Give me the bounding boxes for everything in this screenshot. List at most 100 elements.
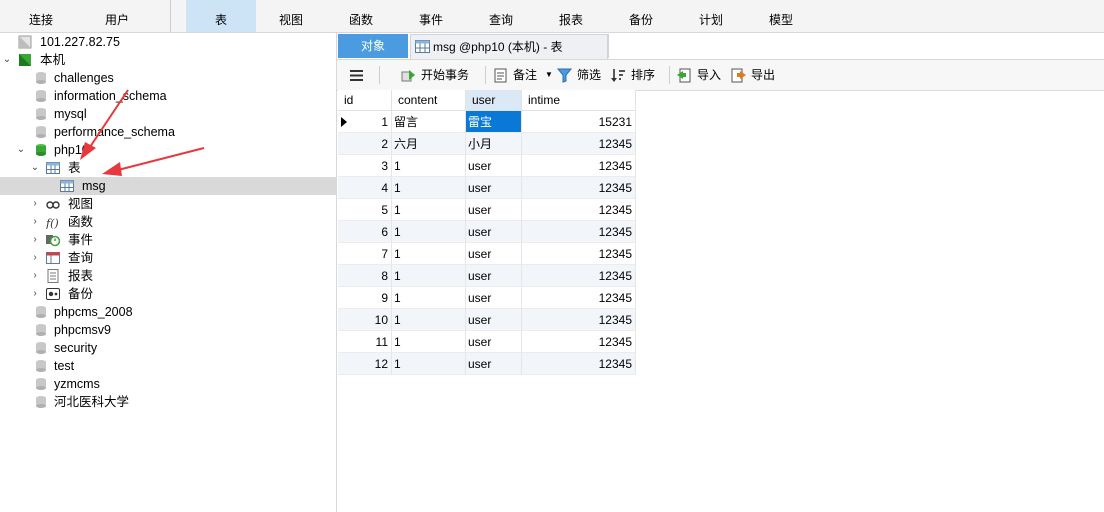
cell-content[interactable]: 1 <box>392 221 466 243</box>
cell-intime[interactable]: 15231 <box>522 111 636 133</box>
tree-item-backups[interactable]: › 备份 <box>0 285 336 303</box>
tree-item-connection[interactable]: 101.227.82.75 <box>0 33 336 51</box>
tab-msg-table[interactable]: msg @php10 (本机) - 表 <box>410 34 608 59</box>
cell-content[interactable]: 1 <box>392 353 466 375</box>
cell-id[interactable]: 3 <box>338 155 392 177</box>
table-row[interactable]: 3 1 user 12345 <box>338 155 636 177</box>
tree-item-database[interactable]: phpcmsv9 <box>0 321 336 339</box>
cell-id[interactable]: 8 <box>338 265 392 287</box>
tree-item-local[interactable]: ⌄ 本机 <box>0 51 336 69</box>
toolbar-table-button[interactable]: 表 <box>186 0 256 32</box>
cell-id[interactable]: 2 <box>338 133 392 155</box>
cell-content[interactable]: 1 <box>392 331 466 353</box>
chevron-down-icon[interactable]: ⌄ <box>30 159 40 177</box>
begin-transaction-button[interactable]: 开始事务 <box>401 60 483 90</box>
table-row[interactable]: 12 1 user 12345 <box>338 353 636 375</box>
chevron-down-icon[interactable]: ⌄ <box>16 141 26 159</box>
tree-item-tables[interactable]: ⌄ 表 <box>0 159 336 177</box>
caret-down-icon[interactable]: ▼ <box>545 60 553 90</box>
cell-content[interactable]: 1 <box>392 243 466 265</box>
chevron-down-icon[interactable]: ⌄ <box>2 51 12 69</box>
toolbar-report-button[interactable]: 报表 <box>538 0 604 32</box>
cell-user[interactable]: user <box>466 331 522 353</box>
tree-item-database[interactable]: challenges <box>0 69 336 87</box>
cell-intime[interactable]: 12345 <box>522 221 636 243</box>
tree-item-views[interactable]: › 视图 <box>0 195 336 213</box>
cell-intime[interactable]: 12345 <box>522 353 636 375</box>
cell-user[interactable]: user <box>466 221 522 243</box>
memo-button[interactable]: 备注 ▼ <box>493 60 553 90</box>
table-row[interactable]: 5 1 user 12345 <box>338 199 636 221</box>
cell-content[interactable]: 留言 <box>392 111 466 133</box>
tree-item-reports[interactable]: › 报表 <box>0 267 336 285</box>
export-button[interactable]: 导出 <box>731 60 781 90</box>
column-header-intime[interactable]: intime <box>522 90 636 111</box>
tree-item-database[interactable]: security <box>0 339 336 357</box>
cell-id[interactable]: 12 <box>338 353 392 375</box>
cell-intime[interactable]: 12345 <box>522 133 636 155</box>
column-header-content[interactable]: content <box>392 90 466 111</box>
cell-intime[interactable]: 12345 <box>522 243 636 265</box>
toolbar-user-button[interactable]: 用户 <box>86 0 148 32</box>
tree-item-table-msg[interactable]: msg <box>0 177 336 195</box>
cell-user[interactable]: user <box>466 243 522 265</box>
tree-item-database-php10[interactable]: ⌄ php10 <box>0 141 336 159</box>
cell-user[interactable]: user <box>466 199 522 221</box>
cell-id[interactable]: 10 <box>338 309 392 331</box>
toolbar-model-button[interactable]: 模型 <box>748 0 814 32</box>
cell-user[interactable]: user <box>466 287 522 309</box>
toolbar-connect-button[interactable]: 连接 <box>10 0 72 32</box>
cell-id[interactable]: 5 <box>338 199 392 221</box>
cell-intime[interactable]: 12345 <box>522 331 636 353</box>
tree-item-database[interactable]: yzmcms <box>0 375 336 393</box>
cell-user[interactable]: user <box>466 309 522 331</box>
tree-item-events[interactable]: › 事件 <box>0 231 336 249</box>
import-button[interactable]: 导入 <box>677 60 727 90</box>
column-header-id[interactable]: id <box>338 90 392 111</box>
table-row[interactable]: 11 1 user 12345 <box>338 331 636 353</box>
tree-item-functions[interactable]: › f() 函数 <box>0 213 336 231</box>
toolbar-view-button[interactable]: 视图 <box>258 0 324 32</box>
cell-id[interactable]: 7 <box>338 243 392 265</box>
column-header-user[interactable]: user <box>466 90 522 111</box>
cell-user[interactable]: user <box>466 177 522 199</box>
cell-user[interactable]: 小月 <box>466 133 522 155</box>
cell-user[interactable]: user <box>466 353 522 375</box>
tree-item-database[interactable]: mysql <box>0 105 336 123</box>
tree-item-database[interactable]: information_schema <box>0 87 336 105</box>
chevron-right-icon[interactable]: › <box>30 285 40 303</box>
toolbar-event-button[interactable]: 事件 <box>398 0 464 32</box>
table-row[interactable]: 10 1 user 12345 <box>338 309 636 331</box>
cell-intime[interactable]: 12345 <box>522 155 636 177</box>
chevron-right-icon[interactable]: › <box>30 195 40 213</box>
chevron-right-icon[interactable]: › <box>30 267 40 285</box>
tree-item-database[interactable]: 河北医科大学 <box>0 393 336 411</box>
cell-id[interactable]: 1 <box>338 111 392 133</box>
table-row[interactable]: 9 1 user 12345 <box>338 287 636 309</box>
cell-content[interactable]: 1 <box>392 287 466 309</box>
cell-id[interactable]: 6 <box>338 221 392 243</box>
cell-id[interactable]: 4 <box>338 177 392 199</box>
cell-intime[interactable]: 12345 <box>522 177 636 199</box>
cell-content[interactable]: 1 <box>392 265 466 287</box>
chevron-right-icon[interactable]: › <box>30 213 40 231</box>
cell-intime[interactable]: 12345 <box>522 265 636 287</box>
toolbar-function-button[interactable]: f(x) 函数 <box>328 0 394 32</box>
cell-intime[interactable]: 12345 <box>522 309 636 331</box>
tree-item-queries[interactable]: › 查询 <box>0 249 336 267</box>
cell-user[interactable]: user <box>466 265 522 287</box>
toolbar-query-button[interactable]: 查询 <box>468 0 534 32</box>
cell-id[interactable]: 11 <box>338 331 392 353</box>
table-row[interactable]: 6 1 user 12345 <box>338 221 636 243</box>
toolbar-backup-button[interactable]: 备份 <box>608 0 674 32</box>
tree-item-database[interactable]: phpcms_2008 <box>0 303 336 321</box>
tree-item-database[interactable]: test <box>0 357 336 375</box>
table-row[interactable]: 7 1 user 12345 <box>338 243 636 265</box>
cell-content[interactable]: 1 <box>392 177 466 199</box>
chevron-right-icon[interactable]: › <box>30 249 40 267</box>
cell-user[interactable]: 雷宝 <box>466 111 522 133</box>
cell-intime[interactable]: 12345 <box>522 287 636 309</box>
table-row[interactable]: 1 留言 雷宝 15231 <box>338 111 636 133</box>
filter-button[interactable]: 筛选 <box>557 60 607 90</box>
cell-id[interactable]: 9 <box>338 287 392 309</box>
